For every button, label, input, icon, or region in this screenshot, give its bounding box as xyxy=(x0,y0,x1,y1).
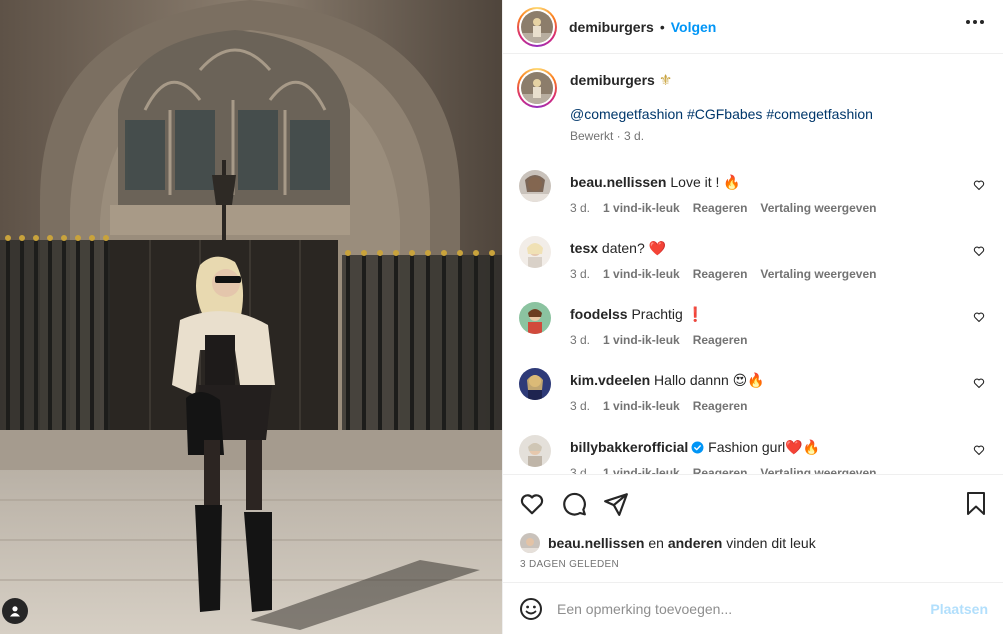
heart-icon[interactable] xyxy=(973,244,985,260)
follow-button[interactable]: Volgen xyxy=(671,19,717,35)
exclamation-emoji: ❗ xyxy=(686,307,705,323)
caption-meta: Bewerkt · 3 d. xyxy=(570,129,645,143)
see-translation-button[interactable]: Vertaling weergeven xyxy=(760,466,876,474)
verified-badge-icon xyxy=(691,441,704,454)
red-heart-emoji: ❤️ xyxy=(648,241,667,257)
likes-others-link[interactable]: anderen xyxy=(668,535,722,551)
comment-like-count[interactable]: 1 vind-ik-leuk xyxy=(603,399,680,413)
reply-button[interactable]: Reageren xyxy=(693,333,748,347)
comment-item: tesx daten? ❤️ 3 d. 1 vind-ik-leuk Reage… xyxy=(519,236,989,292)
comment-text: Love it ! xyxy=(670,174,724,190)
reply-button[interactable]: Reageren xyxy=(693,399,748,413)
reply-button[interactable]: Reageren xyxy=(693,466,748,474)
see-translation-button[interactable]: Vertaling weergeven xyxy=(760,267,876,281)
comment-text: Fashion gurl xyxy=(708,439,786,455)
heart-icon[interactable] xyxy=(973,443,985,459)
heart-icon[interactable] xyxy=(973,376,985,392)
author-avatar[interactable] xyxy=(517,6,557,47)
comment-like-count[interactable]: 1 vind-ik-leuk xyxy=(603,333,680,347)
post-photo[interactable] xyxy=(0,0,502,634)
liker-avatar[interactable] xyxy=(520,533,540,553)
heart-icon[interactable] xyxy=(519,491,545,520)
bookmark-icon[interactable] xyxy=(964,491,988,520)
caption-hashtags[interactable]: @comegetfashion #CGFbabes #comegetfashio… xyxy=(570,105,980,123)
likes-connector: en xyxy=(644,535,668,551)
comment-like-count[interactable]: 1 vind-ik-leuk xyxy=(603,466,680,474)
comment-text: Prachtig xyxy=(631,306,687,322)
comment-username[interactable]: tesx xyxy=(570,240,598,256)
heart-eyes-fire-emoji: 😍🔥 xyxy=(732,373,765,389)
fleur-de-lis-emoji: ⚜ xyxy=(658,72,673,89)
comment-text: daten? xyxy=(601,240,649,256)
heart-icon[interactable] xyxy=(973,310,985,326)
post-actions: beau.nellissen en anderen vinden dit leu… xyxy=(503,474,1003,582)
liker-username[interactable]: beau.nellissen xyxy=(548,535,644,551)
emoji-icon[interactable] xyxy=(519,597,543,621)
comment-item: foodelss Prachtig ❗ 3 d. 1 vind-ik-leuk … xyxy=(519,302,989,358)
comment-item: billybakkerofficial Fashion gurl❤️🔥 3 d.… xyxy=(519,435,989,474)
post-comment-button[interactable]: Plaatsen xyxy=(930,601,988,617)
photo-illustration xyxy=(0,0,502,634)
add-comment-bar: Plaatsen xyxy=(503,582,1003,634)
commenter-avatar[interactable] xyxy=(519,302,551,334)
comment-age[interactable]: 3 d. xyxy=(570,399,590,413)
comment-like-count[interactable]: 1 vind-ik-leuk xyxy=(603,201,680,215)
comment-icon[interactable] xyxy=(561,491,587,520)
commenter-avatar[interactable] xyxy=(519,236,551,268)
comment-like-count[interactable]: 1 vind-ik-leuk xyxy=(603,267,680,281)
likes-summary: beau.nellissen en anderen vinden dit leu… xyxy=(520,533,816,553)
user-tag-icon[interactable] xyxy=(2,598,28,624)
post-detail-panel: demiburgers • Volgen demiburgers ⚜ @comeg… xyxy=(502,0,1003,634)
comment-age[interactable]: 3 d. xyxy=(570,466,590,474)
share-icon[interactable] xyxy=(603,491,629,520)
comment-item: beau.nellissen Love it ! 🔥 3 d. 1 vind-i… xyxy=(519,170,989,226)
commenter-avatar[interactable] xyxy=(519,170,551,202)
comment-text: Hallo dannn xyxy=(654,372,733,388)
caption-avatar[interactable] xyxy=(517,68,557,108)
comment-username[interactable]: foodelss xyxy=(570,306,628,322)
comments-list[interactable]: demiburgers ⚜ @comegetfashion #CGFbabes #… xyxy=(503,54,1003,474)
comment-age[interactable]: 3 d. xyxy=(570,267,590,281)
reply-button[interactable]: Reageren xyxy=(693,267,748,281)
post-header: demiburgers • Volgen xyxy=(503,0,1003,54)
comment-item: kim.vdeelen Hallo dannn 😍🔥 3 d. 1 vind-i… xyxy=(519,368,989,424)
commenter-avatar[interactable] xyxy=(519,435,551,467)
fire-emoji: 🔥 xyxy=(723,175,741,191)
comment-input[interactable] xyxy=(557,600,931,617)
comment-username[interactable]: billybakkerofficial xyxy=(570,439,688,455)
comment-username[interactable]: beau.nellissen xyxy=(570,174,666,190)
see-translation-button[interactable]: Vertaling weergeven xyxy=(760,201,876,215)
comment-username[interactable]: kim.vdeelen xyxy=(570,372,650,388)
separator-dot: • xyxy=(659,18,665,35)
post-timestamp[interactable]: 3 DAGEN GELEDEN xyxy=(520,559,619,570)
reply-button[interactable]: Reageren xyxy=(693,201,748,215)
caption-username[interactable]: demiburgers xyxy=(570,72,655,88)
likes-suffix: vinden dit leuk xyxy=(722,535,816,551)
heart-fire-emoji: ❤️🔥 xyxy=(785,440,821,456)
commenter-avatar[interactable] xyxy=(519,368,551,400)
more-options-icon[interactable] xyxy=(966,20,984,24)
comment-age[interactable]: 3 d. xyxy=(570,201,590,215)
heart-icon[interactable] xyxy=(973,178,985,194)
author-username[interactable]: demiburgers xyxy=(569,19,654,35)
comment-age[interactable]: 3 d. xyxy=(570,333,590,347)
